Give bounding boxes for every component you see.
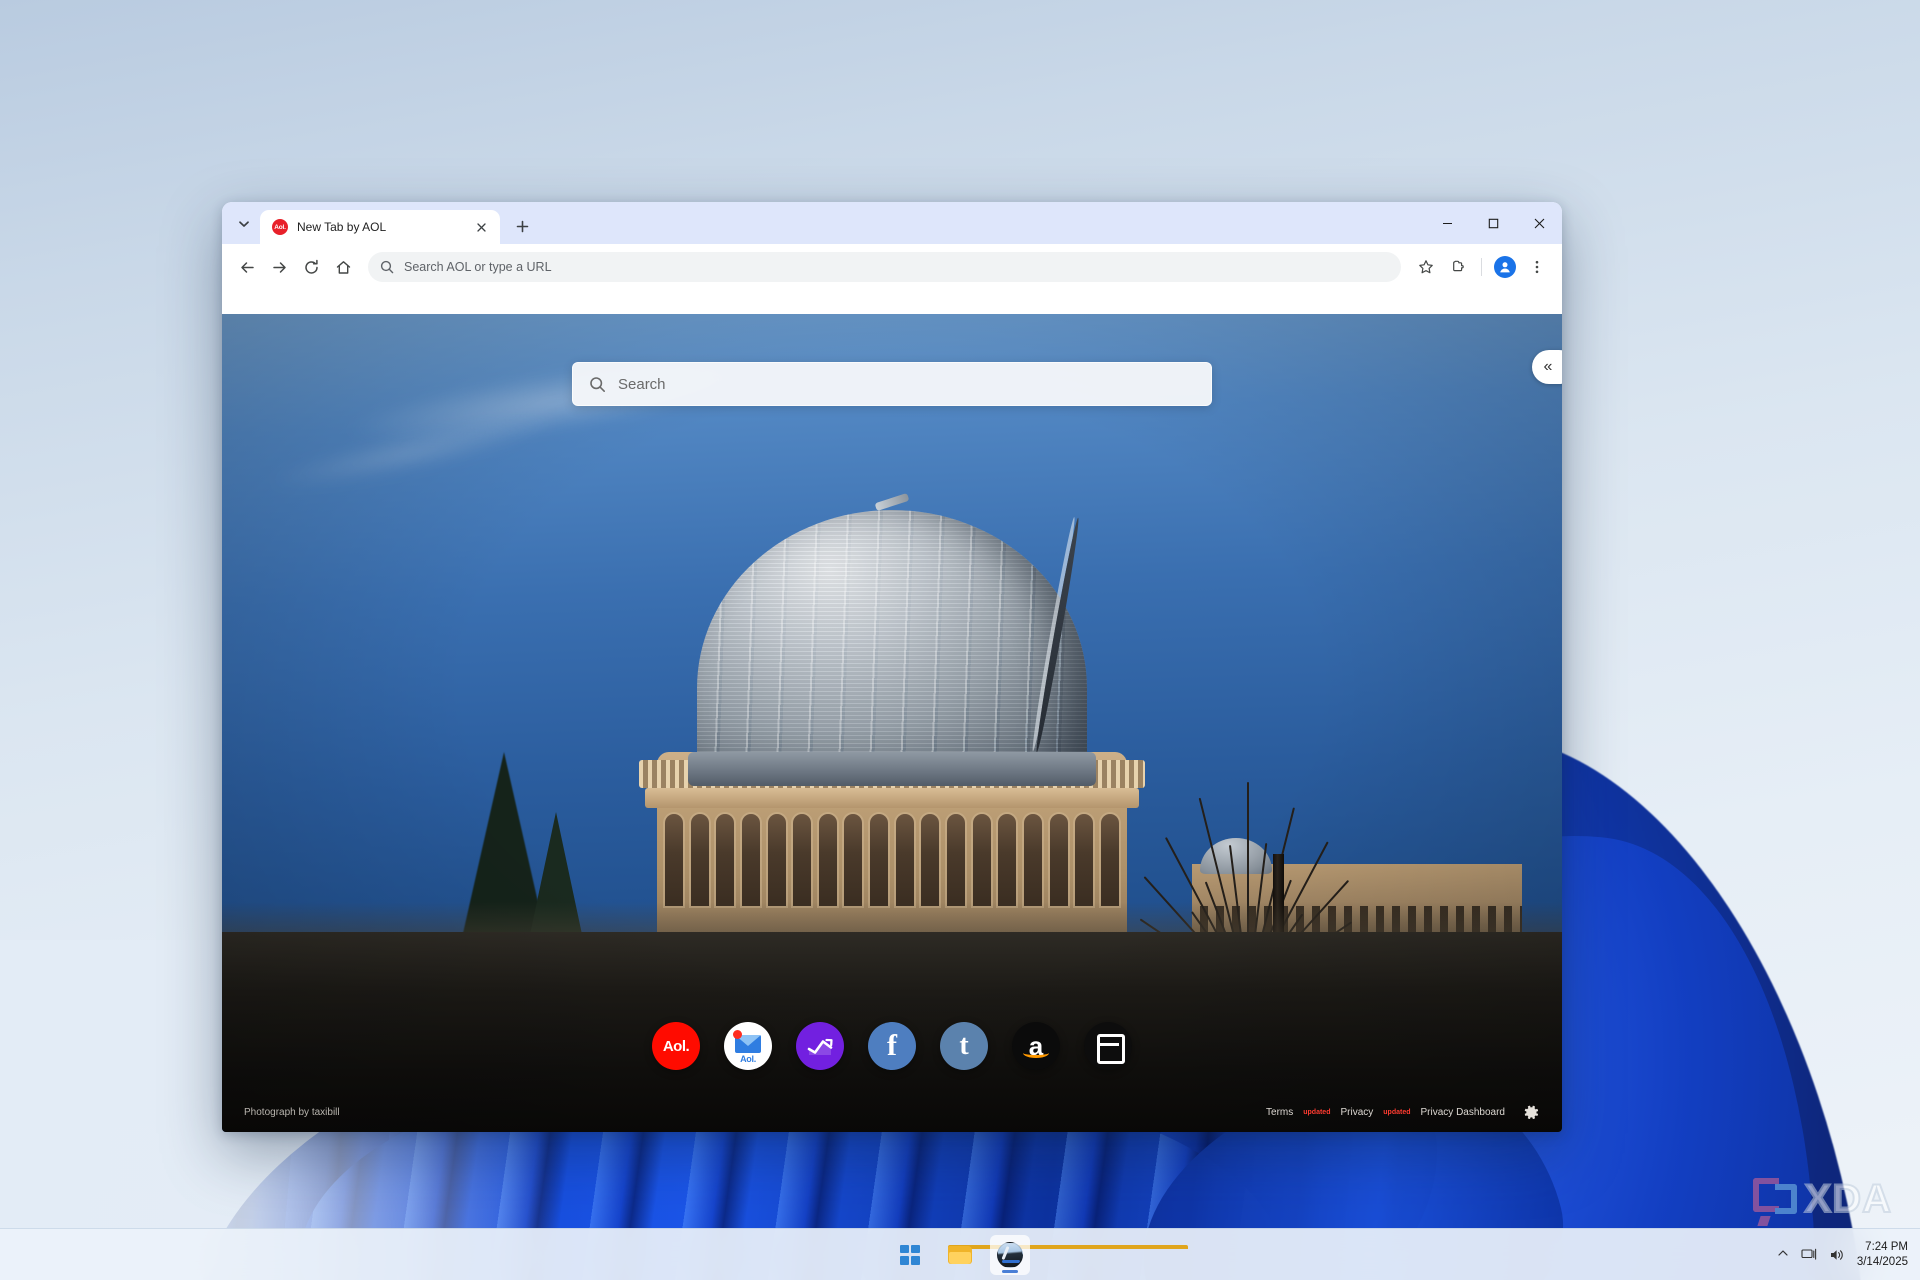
puzzle-piece-icon xyxy=(1453,260,1464,272)
reload-button[interactable] xyxy=(296,252,326,282)
facebook-f-icon: f xyxy=(887,1029,897,1062)
search-icon xyxy=(380,260,394,274)
shortcut-row: Aol. Aol. f t a xyxy=(652,1022,1132,1070)
close-icon xyxy=(1534,218,1544,228)
tray-overflow-button[interactable] xyxy=(1777,1247,1789,1262)
windows-desktop: XDA Aol. New Tab by AOL Search AOL or ty… xyxy=(0,0,1920,1280)
privacy-dashboard-link[interactable]: Privacy Dashboard xyxy=(1421,1107,1505,1118)
browser-tab[interactable]: Aol. New Tab by AOL xyxy=(260,210,500,244)
cornice xyxy=(645,788,1139,808)
privacy-link[interactable]: Privacy xyxy=(1340,1107,1373,1118)
system-tray: 7:24 PM 3/14/2025 xyxy=(1777,1229,1908,1280)
newtab-footer: Photograph by taxibill Terms updated Pri… xyxy=(222,1092,1562,1132)
browser-window: Aol. New Tab by AOL Search AOL or type a… xyxy=(222,202,1562,1132)
minimize-icon xyxy=(1442,222,1452,224)
extensions-button[interactable] xyxy=(1443,252,1473,282)
notification-dot xyxy=(733,1030,742,1039)
settings-button[interactable] xyxy=(1523,1104,1540,1121)
clock-date: 3/14/2025 xyxy=(1856,1255,1908,1268)
amazon-smile-icon xyxy=(1023,1048,1049,1058)
terms-updated-badge: updated xyxy=(1303,1108,1331,1116)
tumblr-t-icon: t xyxy=(959,1030,969,1061)
footer-links: Terms updated Privacy updated Privacy Da… xyxy=(1266,1104,1540,1121)
dome-skirt xyxy=(688,752,1096,786)
aol-shield-icon xyxy=(997,1241,1023,1268)
new-tab-page: Search « Aol. Aol. f t a Photograph by t… xyxy=(222,314,1562,1132)
start-button[interactable] xyxy=(890,1235,930,1275)
search-icon xyxy=(590,376,605,392)
shortcut-amazon[interactable]: a xyxy=(1012,1022,1060,1070)
close-icon xyxy=(476,222,486,232)
browser-menu-button[interactable] xyxy=(1522,252,1552,282)
clock-time: 7:24 PM xyxy=(1865,1241,1908,1254)
arrow-right-icon xyxy=(272,261,286,273)
chevron-up-icon xyxy=(1778,1250,1788,1256)
tab-strip: Aol. New Tab by AOL xyxy=(222,202,1562,244)
folder-icon xyxy=(948,1244,1188,1265)
network-icon xyxy=(1801,1248,1816,1260)
privacy-updated-badge: updated xyxy=(1383,1108,1411,1116)
gear-icon xyxy=(1524,1105,1539,1119)
aol-favicon: Aol. xyxy=(272,219,288,235)
window-controls xyxy=(1424,202,1562,244)
windows-taskbar: 7:24 PM 3/14/2025 xyxy=(0,1228,1920,1280)
engadget-e-icon xyxy=(1097,1034,1125,1064)
shortcut-tumblr[interactable]: t xyxy=(940,1022,988,1070)
shortcut-aol[interactable]: Aol. xyxy=(652,1022,700,1070)
toolbar-divider xyxy=(1481,258,1482,276)
newtab-search-box[interactable]: Search xyxy=(572,362,1212,406)
double-chevron-left-icon: « xyxy=(1543,358,1553,375)
arrow-left-icon xyxy=(240,261,254,273)
aol-browser-taskbar-button[interactable] xyxy=(990,1234,1030,1275)
bookmarks-bar xyxy=(222,290,1562,314)
network-button[interactable] xyxy=(1801,1247,1817,1263)
shortcut-facebook[interactable]: f xyxy=(868,1022,916,1070)
photo-credit: Photograph by taxibill xyxy=(244,1106,340,1118)
windows-logo-icon xyxy=(900,1244,920,1265)
taskbar-center-group xyxy=(890,1234,1188,1275)
maximize-icon xyxy=(1488,218,1498,228)
speaker-icon xyxy=(1830,1249,1843,1260)
file-explorer-button[interactable] xyxy=(940,1235,1188,1275)
xda-bracket-icon xyxy=(1752,1177,1797,1226)
line-chart-icon xyxy=(807,1038,833,1055)
star-icon xyxy=(1419,260,1433,274)
shortcut-engadget[interactable] xyxy=(1084,1022,1132,1070)
address-bar[interactable]: Search AOL or type a URL xyxy=(368,252,1401,282)
profile-avatar-icon xyxy=(1494,256,1516,278)
xda-watermark: XDA xyxy=(1752,1176,1892,1226)
forward-button[interactable] xyxy=(264,252,294,282)
browser-toolbar: Search AOL or type a URL xyxy=(222,244,1562,290)
tab-close-button[interactable] xyxy=(472,218,490,236)
shortcut-aol-mail-label: Aol. xyxy=(740,1054,756,1064)
profile-button[interactable] xyxy=(1490,252,1520,282)
newtab-search-placeholder: Search xyxy=(618,375,666,393)
plus-icon xyxy=(516,220,528,232)
tab-search-button[interactable] xyxy=(230,210,258,238)
shortcut-aol-mail[interactable]: Aol. xyxy=(724,1022,772,1070)
home-icon xyxy=(336,260,350,274)
close-window-button[interactable] xyxy=(1516,202,1562,244)
arched-windows xyxy=(657,814,1127,910)
tab-title: New Tab by AOL xyxy=(297,220,387,234)
chevron-down-icon xyxy=(239,221,249,227)
shortcut-finance[interactable] xyxy=(796,1022,844,1070)
shortcut-aol-label: Aol. xyxy=(662,1037,690,1055)
terms-link[interactable]: Terms xyxy=(1266,1107,1293,1118)
address-bar-placeholder: Search AOL or type a URL xyxy=(404,260,552,274)
xda-wordmark: XDA xyxy=(1804,1176,1892,1222)
bookmark-button[interactable] xyxy=(1411,252,1441,282)
new-tab-button[interactable] xyxy=(508,212,536,240)
clock[interactable]: 7:24 PM 3/14/2025 xyxy=(1857,1240,1908,1269)
volume-button[interactable] xyxy=(1829,1247,1845,1263)
three-dot-menu-icon xyxy=(1535,260,1539,274)
back-button[interactable] xyxy=(232,252,262,282)
collapse-panel-button[interactable]: « xyxy=(1532,350,1562,384)
home-button[interactable] xyxy=(328,252,358,282)
minimize-button[interactable] xyxy=(1424,202,1470,244)
maximize-button[interactable] xyxy=(1470,202,1516,244)
reload-icon xyxy=(304,259,318,274)
